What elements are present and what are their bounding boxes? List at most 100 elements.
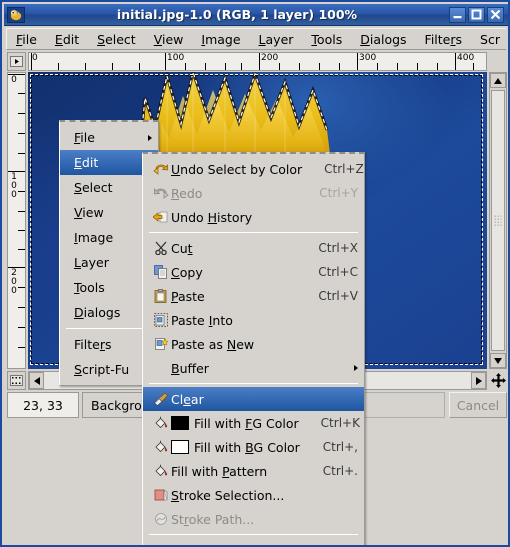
ruler-corner-button[interactable] (7, 52, 26, 71)
submenu-arrow-icon (354, 365, 358, 371)
menu-item-accel: Ctrl+K (320, 416, 360, 430)
menu-item-label: Copy (171, 264, 203, 280)
menu-item-copy-visible[interactable]: Copy Visible (143, 538, 364, 546)
scroll-right-icon[interactable] (471, 372, 486, 389)
menu-separator (149, 232, 358, 233)
clipboard-icon (151, 287, 171, 305)
menu-item-label: Script-Fu (74, 362, 130, 377)
menu-item-label: Cut (171, 240, 193, 256)
menu-item-undo-history[interactable]: Undo History (143, 205, 364, 229)
wilber-icon (7, 6, 25, 23)
menu-item-label: Edit (74, 155, 99, 170)
menu-item-fill-bg-color[interactable]: Fill with BG Color Ctrl+, (143, 435, 364, 459)
bg-color-swatch (171, 440, 189, 454)
menu-item-label: Fill with Pattern (171, 463, 268, 479)
redo-icon (151, 184, 171, 202)
menu-item-label: Stroke Selection... (171, 487, 285, 503)
copy-icon (151, 263, 171, 281)
menubar-item-filters[interactable]: Filters (416, 30, 471, 49)
cursor-position: 23, 33 (7, 392, 79, 418)
scroll-left-icon[interactable] (29, 372, 44, 389)
menubar-item-tools[interactable]: Tools (302, 30, 351, 49)
menu-item-fill-fg-color[interactable]: Fill with FG Color Ctrl+K (143, 411, 364, 435)
gimp-image-window: initial.jpg-1.0 (RGB, 1 layer) 100% File… (0, 0, 510, 547)
submenu-arrow-icon (148, 134, 152, 141)
menubar-item-script-fu[interactable]: Scr (471, 30, 506, 49)
window-title: initial.jpg-1.0 (RGB, 1 layer) 100% (116, 7, 358, 22)
menu-item-paste-as-new[interactable]: Paste as New (143, 332, 364, 356)
menu-item-cut[interactable]: Cut Ctrl+X (143, 236, 364, 260)
vertical-ruler[interactable]: 0 100 200 (7, 72, 26, 369)
menu-item-file[interactable]: File (60, 125, 158, 150)
menu-item-accel: Ctrl+X (318, 241, 358, 255)
menubar-item-file[interactable]: File (7, 30, 46, 49)
bucket-icon (151, 462, 171, 480)
menu-separator (66, 328, 152, 329)
menu-item-copy[interactable]: Copy Ctrl+C (143, 260, 364, 284)
close-icon[interactable] (487, 6, 504, 23)
menubar-item-layer[interactable]: Layer (250, 30, 303, 49)
menu-item-buffer[interactable]: Buffer (143, 356, 364, 380)
bucket-icon (151, 414, 171, 432)
menu-item-label: Buffer (171, 360, 209, 376)
menu-separator (149, 383, 358, 384)
menu-item-label: Fill with BG Color (194, 439, 300, 455)
window-controls (449, 6, 504, 23)
menu-item-accel: Ctrl+C (318, 265, 358, 279)
hruler-label-0: 0 (32, 53, 38, 63)
hruler-label-400: 400 (457, 53, 475, 63)
menu-item-paste[interactable]: Paste Ctrl+V (143, 284, 364, 308)
quickmask-toggle-button[interactable] (7, 371, 26, 390)
hruler-label-100: 100 (167, 53, 185, 63)
vruler-label-200: 200 (9, 268, 19, 295)
menu-item-paste-into[interactable]: Paste Into (143, 308, 364, 332)
menubar-item-dialogs[interactable]: Dialogs (351, 30, 415, 49)
undo-history-icon (151, 208, 171, 226)
menu-item-stroke-path: Stroke Path... (143, 507, 364, 531)
minimize-icon[interactable] (449, 6, 466, 23)
menu-item-label: Fill with FG Color (194, 415, 299, 431)
hruler-label-300: 300 (359, 53, 377, 63)
menu-item-fill-with-pattern[interactable]: Fill with Pattern Ctrl+. (143, 459, 364, 483)
hruler-label-200: 200 (261, 53, 279, 63)
menu-item-stroke-selection[interactable]: Stroke Selection... (143, 483, 364, 507)
menu-item-clear[interactable]: Clear (143, 387, 364, 411)
menu-item-label: Tools (74, 280, 105, 295)
grip-dots-icon (494, 215, 502, 226)
menu-item-label: Stroke Path... (171, 511, 255, 527)
vertical-scrollbar[interactable] (489, 72, 507, 369)
menu-item-label: Filters (74, 337, 112, 352)
eraser-icon (151, 390, 171, 408)
menubar-item-edit[interactable]: Edit (46, 30, 88, 49)
cancel-button[interactable]: Cancel (449, 392, 507, 418)
menu-item-label: Paste Into (171, 312, 233, 328)
menu-item-redo: Redo Ctrl+Y (143, 181, 364, 205)
navigation-preview-button[interactable] (489, 371, 508, 390)
no-icon (151, 541, 171, 545)
vertical-scrollbar-thumb[interactable] (491, 90, 505, 351)
menubar-item-image[interactable]: Image (192, 30, 249, 49)
scroll-up-icon[interactable] (490, 73, 506, 88)
edit-submenu[interactable]: Undo Select by Color Ctrl+Z Redo Ctrl+Y … (142, 152, 365, 546)
menu-item-label: Image (74, 230, 114, 245)
menu-item-label: Layer (74, 255, 109, 270)
undo-icon (151, 160, 171, 178)
menu-item-label: Copy Visible (171, 543, 336, 546)
menu-item-label: Paste (171, 288, 205, 304)
menu-item-accel: Ctrl+Z (324, 162, 364, 176)
paste-as-new-icon (151, 335, 171, 353)
menu-item-label: Undo Select by Color (171, 161, 303, 177)
menubar-item-select[interactable]: Select (88, 30, 145, 49)
menu-item-undo[interactable]: Undo Select by Color Ctrl+Z (143, 157, 364, 181)
fg-color-swatch (171, 416, 189, 430)
maximize-icon[interactable] (468, 6, 485, 23)
menu-item-label: Select (74, 180, 113, 195)
menubar-item-view[interactable]: View (145, 30, 193, 49)
menu-separator (149, 534, 358, 535)
quickmask-icon (10, 375, 23, 386)
vruler-label-100: 100 (9, 172, 19, 199)
menu-item-label: File (74, 130, 95, 145)
menu-item-accel: Ctrl+Y (319, 186, 358, 200)
horizontal-ruler[interactable]: 0 100 200 300 400 (28, 52, 487, 71)
scroll-down-icon[interactable] (490, 353, 506, 368)
